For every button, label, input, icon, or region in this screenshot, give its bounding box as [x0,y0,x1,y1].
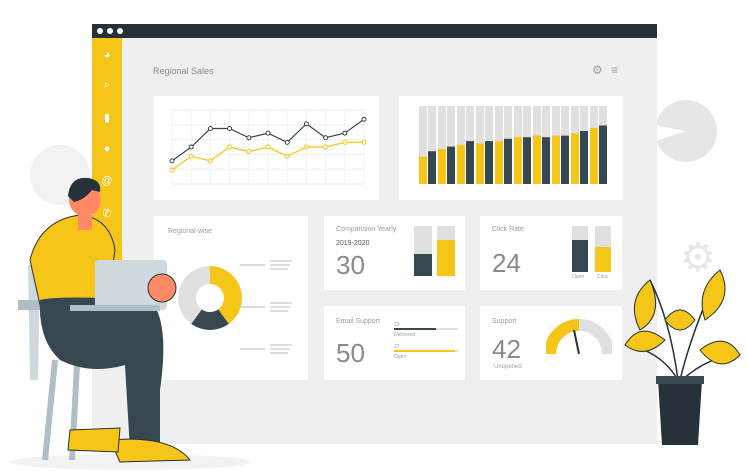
bar [523,137,531,184]
data-point [361,139,367,145]
data-point [188,153,194,159]
chat-icon[interactable]: ● [92,138,122,160]
support-gauge [546,319,612,355]
bar [580,130,588,184]
click-rate-label: Click Rate [492,226,524,233]
bar [495,141,503,184]
bar [438,148,446,184]
bar [428,151,436,184]
data-point [246,149,252,155]
bar-chart-card [399,96,623,200]
data-point [303,144,309,150]
data-point [361,116,367,122]
bar [561,135,569,184]
data-point [265,144,271,150]
search-icon[interactable]: ⌕ [92,74,122,96]
data-point [188,144,194,150]
data-point [207,126,213,131]
email-support-value: 50 [336,338,365,368]
bar-chart [419,106,607,184]
comparison-bar-yellow [437,226,455,276]
data-point [323,144,329,150]
bar [571,133,579,184]
bar [514,137,522,184]
email-support-label: Email Support [336,318,380,325]
bar [419,156,427,184]
bar [504,138,512,184]
gear-icon[interactable]: ⚙ [592,63,603,77]
data-point [246,135,252,141]
bar [542,137,550,184]
click-legend: Click [597,274,608,280]
window-dot-icon[interactable] [117,28,123,34]
data-point [342,139,348,145]
comparison-value: 30 [336,250,365,280]
click-bar [595,226,611,272]
bar [476,143,484,184]
click-rate-card: Click Rate 24 Open Click [480,216,622,290]
page-title: Regional Sales [153,66,214,76]
comparison-bar-dark [414,226,432,276]
data-point [284,139,290,145]
comparison-card: Comparision Yearly 2019-2020 30 [324,216,465,290]
data-point [323,135,329,141]
person-illustration [10,177,250,470]
data-point [227,144,233,150]
open-email-bar [394,350,458,352]
click-rate-value: 24 [492,248,521,278]
support-value: 42 [492,334,521,364]
open-bar [572,226,588,272]
support-card: Support 42 Unopened [480,306,622,380]
data-point [342,130,348,136]
bar [590,127,598,184]
window-dot-icon[interactable] [97,28,103,34]
bar [599,125,607,184]
window-titlebar [92,24,657,38]
data-point [265,130,271,136]
bar [485,141,493,184]
plant-illustration [624,269,741,445]
decor-pie-right [655,100,717,162]
bar [447,146,455,184]
open-legend: Open [572,274,585,280]
bar [466,141,474,184]
menu-icon[interactable]: ≡ [611,63,618,77]
bar [552,135,560,184]
comparison-label: Comparision Yearly [336,226,397,233]
bar-chart-icon[interactable]: ▮ [92,106,122,128]
bar [457,145,465,184]
comparison-subtitle: 2019-2020 [336,240,370,247]
delivered-bar [394,328,458,330]
window-dot-icon[interactable] [107,28,113,34]
data-point [303,121,309,127]
support-sublabel: Unopened [494,364,522,370]
bar [533,135,541,184]
dashboard-icon[interactable]: ◕ [92,44,122,66]
data-point [227,126,233,131]
delivered-label: Delivered [394,332,416,338]
email-support-card: Email Support 50 23 Delivered 27 Open [324,306,465,380]
data-point [284,153,290,159]
support-label: Support [492,318,517,325]
open-email-label: Open [394,354,407,360]
